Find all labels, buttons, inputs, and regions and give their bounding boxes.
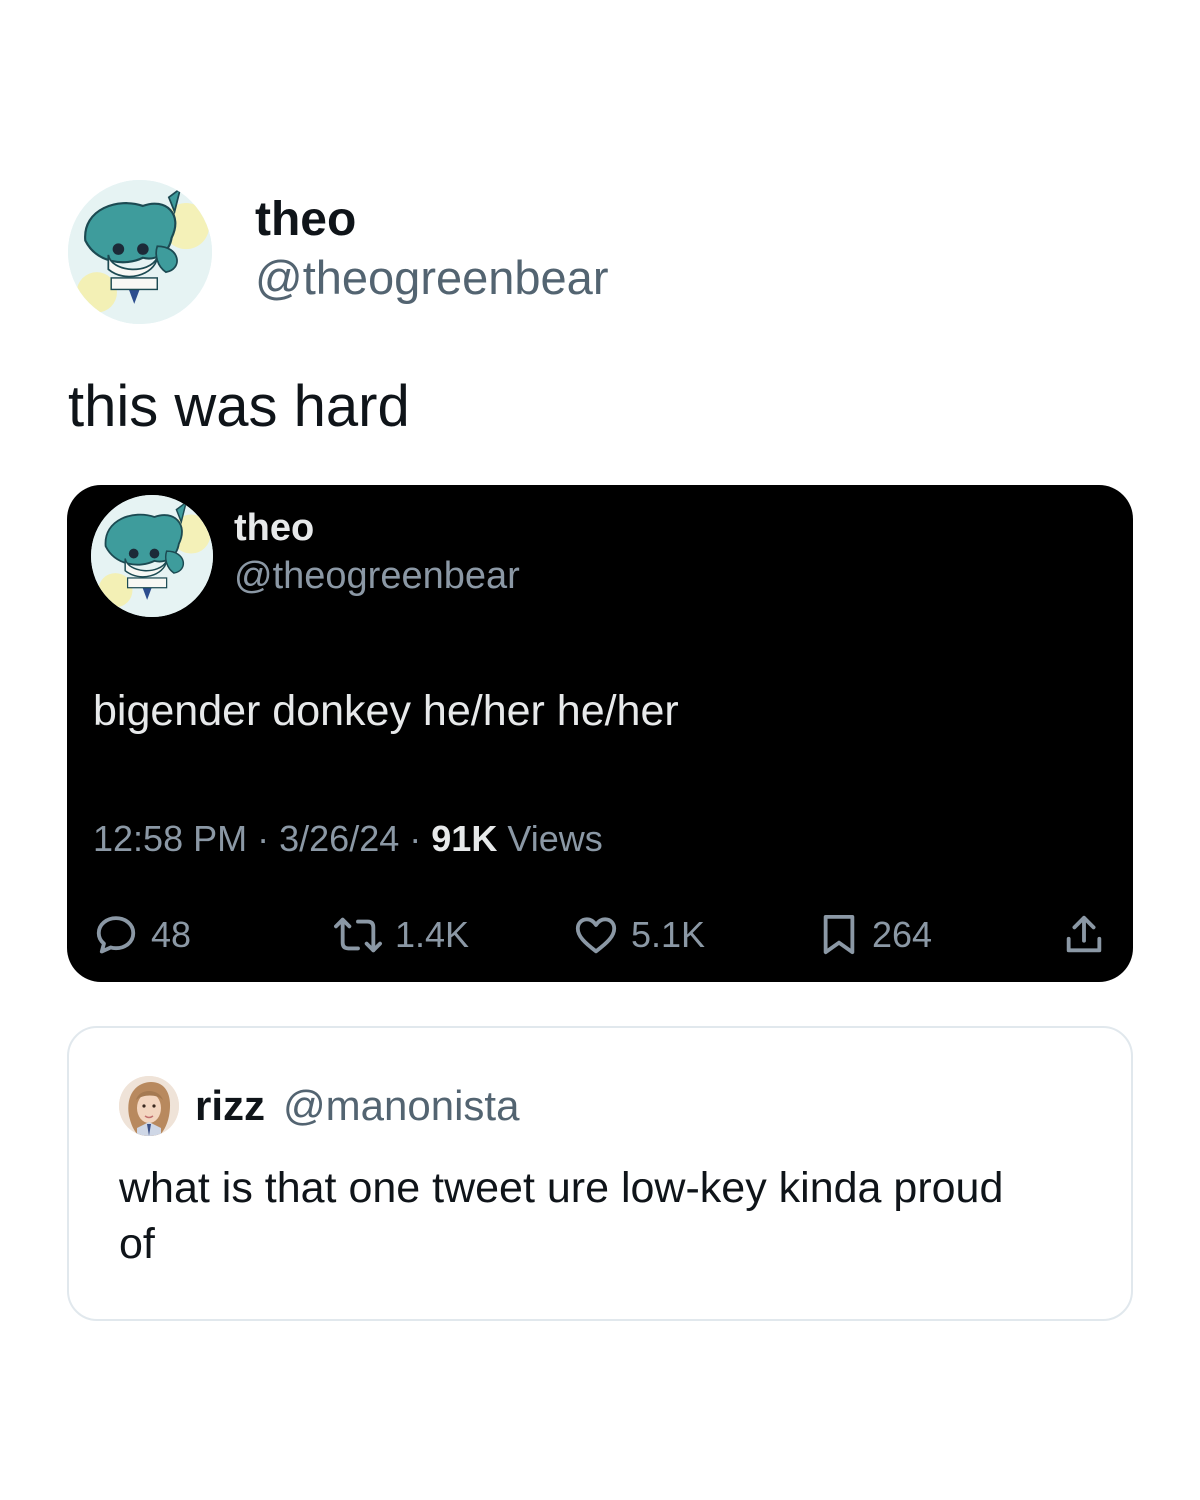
- bookmark-count: 264: [872, 914, 933, 955]
- profile-photo-icon: [119, 1076, 179, 1136]
- author-display-name[interactable]: theo: [255, 192, 608, 248]
- quoted-author-avatar[interactable]: [119, 1076, 179, 1136]
- tweet-date[interactable]: 3/26/24: [279, 818, 399, 859]
- embedded-author-display-name[interactable]: theo: [234, 505, 520, 551]
- embedded-author-handle[interactable]: @theogreenbear: [234, 551, 520, 601]
- quoted-tweet-card[interactable]: rizz @manonista what is that one tweet u…: [67, 1026, 1133, 1321]
- embedded-tweet-header: theo @theogreenbear: [91, 495, 520, 617]
- tweet-text: this was hard: [68, 374, 410, 439]
- quoted-author-handle[interactable]: @manonista: [283, 1082, 519, 1130]
- bookmark-icon: [823, 914, 855, 955]
- quoted-tweet-header: rizz @manonista: [119, 1076, 519, 1136]
- bookmark-button[interactable]: 264: [818, 905, 932, 965]
- embedded-tweet-text: bigender donkey he/her he/her: [93, 687, 679, 735]
- tweet-time[interactable]: 12:58 PM: [93, 818, 247, 859]
- reply-count: 48: [151, 914, 192, 955]
- meta-separator: ·: [257, 818, 270, 859]
- views-label: Views: [507, 818, 603, 859]
- like-button[interactable]: 5.1K: [573, 905, 705, 965]
- views-count: 91K: [431, 818, 498, 859]
- tweet-header: theo @theogreenbear: [68, 180, 608, 324]
- author-handle[interactable]: @theogreenbear: [255, 248, 608, 308]
- share-icon: [1066, 915, 1102, 953]
- tweet-meta: 12:58 PM · 3/26/24 · 91K Views: [93, 815, 603, 863]
- cartoon-character-icon: [91, 495, 213, 617]
- reply-icon: [96, 916, 136, 954]
- author-avatar[interactable]: [68, 180, 212, 324]
- like-icon: [575, 917, 617, 954]
- embedded-author-names: theo @theogreenbear: [234, 505, 520, 601]
- embedded-author-avatar[interactable]: [91, 495, 213, 617]
- repost-count: 1.4K: [395, 914, 470, 955]
- reply-button[interactable]: 48: [93, 905, 191, 965]
- tweet-actions: 48 1.4K 5.1K 264: [93, 905, 1107, 965]
- repost-icon: [334, 917, 382, 953]
- quoted-author-display-name[interactable]: rizz: [195, 1082, 265, 1130]
- meta-separator: ·: [409, 818, 422, 859]
- cartoon-character-icon: [68, 180, 212, 324]
- like-count: 5.1K: [631, 914, 706, 955]
- repost-button[interactable]: 1.4K: [333, 905, 469, 965]
- share-button[interactable]: [1061, 905, 1107, 965]
- author-names: theo @theogreenbear: [255, 192, 608, 308]
- embedded-tweet-card[interactable]: theo @theogreenbear bigender donkey he/h…: [67, 485, 1133, 982]
- quoted-tweet-text: what is that one tweet ure low-key kinda…: [119, 1164, 1004, 1268]
